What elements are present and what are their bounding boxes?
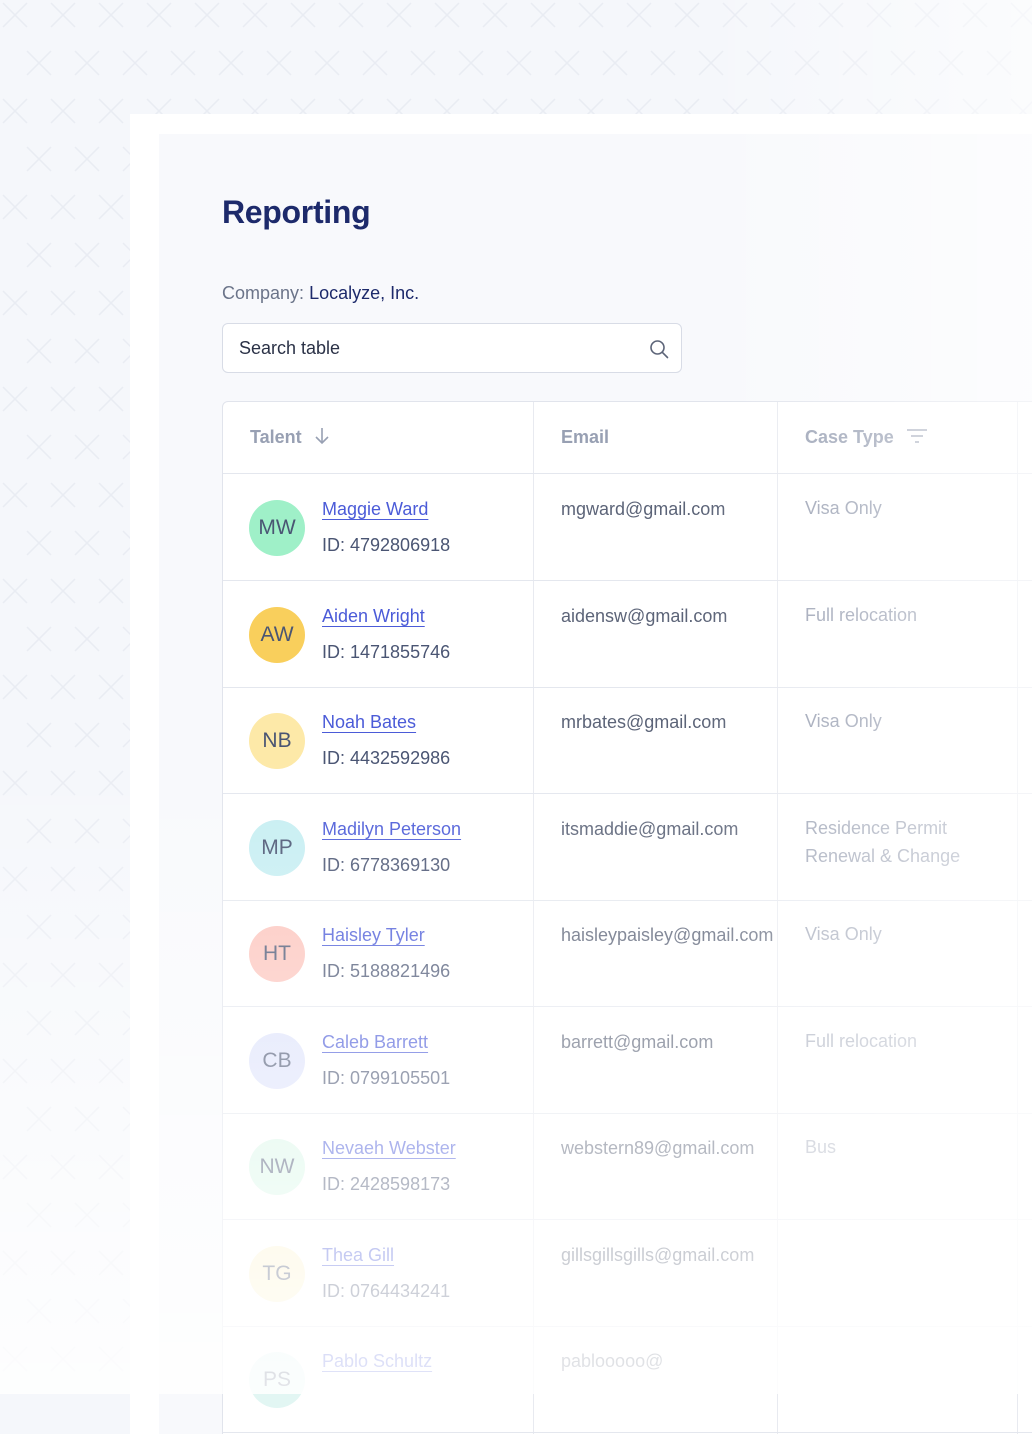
talent-id: ID: 4432592986 xyxy=(322,748,451,768)
column-header-label: Email xyxy=(561,427,610,447)
talent-name-link[interactable]: Noah Bates xyxy=(322,712,416,733)
avatar: TG xyxy=(249,1245,305,1302)
talent-name-link[interactable]: Maggie Ward xyxy=(322,499,428,520)
avatar: PS xyxy=(249,1352,305,1408)
talent-id: ID: 0764434241 xyxy=(322,1280,451,1301)
talent-id: ID: 0799105501 xyxy=(322,1067,451,1088)
talent-id: ID: 2428598173 xyxy=(322,1174,451,1194)
table-header: Talent Email Case Type xyxy=(223,402,1032,474)
talent-name-link[interactable]: Madilyn Peterson xyxy=(322,819,461,840)
table-row[interactable]: NB Noah Bates ID: 4432592986 mrbates@gmail.… xyxy=(223,687,1032,794)
search-icon[interactable] xyxy=(649,339,669,359)
talent-id: ID: 4792806918 xyxy=(322,535,451,555)
table-row[interactable]: TG Thea Gill ID: 0764434241 gillsgillsgills… xyxy=(223,1220,1032,1327)
reporting-panel: Reporting Company: Localyze, Inc. Talent… xyxy=(159,134,1032,1434)
page-title: Reporting xyxy=(222,194,371,230)
search-box xyxy=(222,323,682,373)
column-header-talent[interactable]: Talent xyxy=(250,402,330,473)
talent-email: haisleypaisley@gmail.com xyxy=(561,925,773,945)
avatar: MP xyxy=(249,819,305,876)
talent-name-link[interactable]: Nevaeh Webster xyxy=(322,1138,456,1159)
table-row[interactable]: MP Madilyn Peterson ID: 6778369130 itsmaddi… xyxy=(223,794,1032,901)
avatar: NB xyxy=(249,713,305,769)
column-header-case-type[interactable]: Case Type xyxy=(805,402,928,473)
talent-table: Talent Email Case Type MW Maggie Ward ID: … xyxy=(222,401,1032,1434)
company-value: Localyze, Inc. xyxy=(309,283,420,303)
table-row[interactable]: PS Pablo Schultz pablooooo@ xyxy=(223,1326,1032,1433)
table-row[interactable]: NW Nevaeh Webster ID: 2428598173 webstern89… xyxy=(223,1113,1032,1220)
avatar: MW xyxy=(249,500,305,556)
talent-email: barrett@gmail.com xyxy=(561,1031,714,1052)
company-info: Company: Localyze, Inc. xyxy=(222,283,419,304)
column-header-label: Talent xyxy=(250,427,302,447)
talent-email: itsmaddie@gmail.com xyxy=(561,818,739,839)
talent-email: mgward@gmail.com xyxy=(561,499,726,519)
talent-id: ID: 6778369130 xyxy=(322,854,451,875)
avatar: NW xyxy=(249,1139,305,1195)
talent-name-link[interactable]: Thea Gill xyxy=(322,1245,394,1266)
avatar: CB xyxy=(249,1032,305,1089)
talent-name-link[interactable]: Pablo Schultz xyxy=(322,1351,432,1372)
table-row[interactable]: HT Haisley Tyler ID: 5188821496 haisleypais… xyxy=(223,900,1032,1007)
table-row[interactable]: AW Aiden Wright ID: 1471855746 aidensw@gmai… xyxy=(223,581,1032,688)
case-type: Residence Permit Renewal & Change xyxy=(805,817,961,866)
talent-email: gillsgillsgills@gmail.com xyxy=(561,1244,755,1265)
talent-email: aidensw@gmail.com xyxy=(561,605,728,626)
column-header-label: Case Type xyxy=(805,427,894,447)
talent-name-link[interactable]: Aiden Wright xyxy=(322,606,425,627)
talent-email: webstern89@gmail.com xyxy=(561,1138,755,1158)
talent-id: ID: 5188821496 xyxy=(322,961,451,981)
case-type: Full relocation xyxy=(805,1030,918,1051)
search-input[interactable] xyxy=(239,324,639,372)
talent-id: ID: 1471855746 xyxy=(322,641,451,662)
company-label: Company: xyxy=(222,283,305,303)
case-type: Bus xyxy=(805,1137,837,1157)
case-type: Visa Only xyxy=(805,711,882,731)
case-type: Visa Only xyxy=(805,924,882,944)
avatar: HT xyxy=(249,926,305,982)
arrow-down-icon[interactable] xyxy=(314,426,330,446)
talent-name-link[interactable]: Haisley Tyler xyxy=(322,925,425,946)
column-header-email[interactable]: Email xyxy=(561,402,609,473)
table-row[interactable]: MW Maggie Ward ID: 4792806918 mgward@gmail.… xyxy=(223,474,1032,581)
avatar: AW xyxy=(249,606,305,663)
talent-email: mrbates@gmail.com xyxy=(561,712,727,732)
filter-icon[interactable] xyxy=(906,428,928,444)
talent-name-link[interactable]: Caleb Barrett xyxy=(322,1032,428,1053)
talent-email: pablooooo@ xyxy=(561,1351,664,1371)
table-row[interactable]: CB Caleb Barrett ID: 0799105501 barrett@gma… xyxy=(223,1007,1032,1114)
case-type: Full relocation xyxy=(805,604,918,625)
case-type: Visa Only xyxy=(805,498,882,518)
